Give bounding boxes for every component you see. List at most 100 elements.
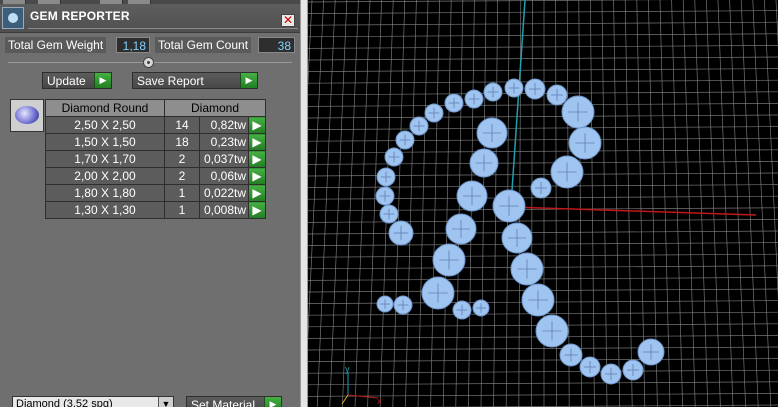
grid-line-vertical: [694, 0, 709, 407]
grid-line-vertical: [308, 0, 324, 342]
grid-line-vertical: [590, 0, 595, 407]
gem-weight: 0,022tw: [199, 184, 249, 202]
gem-count: 1: [164, 184, 200, 202]
row-select-arrow-icon[interactable]: ▶: [248, 133, 266, 151]
gem-size: 1,80 X 1,80: [45, 184, 165, 202]
grid-line-horizontal: [308, 0, 677, 3]
gizmo-y-label: y: [345, 364, 350, 374]
grid-line-horizontal: [308, 114, 778, 119]
gem-count: 2: [164, 150, 200, 168]
gem-size: 1,50 X 1,50: [45, 133, 165, 151]
grid-line-vertical: [613, 0, 620, 407]
grid-line-horizontal: [308, 149, 778, 154]
grid-line-vertical: [682, 0, 696, 407]
table-row[interactable]: 1,30 X 1,30 1 0,008tw ▶: [45, 201, 266, 219]
gem-count: 2: [164, 167, 200, 185]
gem-count: 18: [164, 133, 200, 151]
set-material-button[interactable]: Set Material ▶: [186, 396, 282, 407]
grid-line-vertical: [601, 0, 608, 407]
grid-line-vertical: [430, 0, 440, 407]
material-select[interactable]: Diamond (3,52 spg) ▼: [12, 396, 174, 407]
window-title: GEM REPORTER: [30, 9, 130, 23]
3d-viewport[interactable]: yx: [308, 0, 778, 407]
grid-line-vertical: [717, 0, 734, 407]
panel-divider[interactable]: [300, 0, 308, 407]
gizmo-x-axis: [347, 394, 379, 399]
gem-weight: 0,23tw: [199, 133, 249, 151]
grid-line-horizontal: [308, 68, 778, 72]
gem-weight: 0,06tw: [199, 167, 249, 185]
grid-line-horizontal: [308, 10, 778, 14]
chevron-down-icon: ▼: [158, 397, 173, 407]
update-arrow-icon: ▶: [94, 73, 111, 88]
table-row[interactable]: 1,50 X 1,50 18 0,23tw ▶: [45, 133, 266, 151]
panel-splitter-knob[interactable]: [143, 57, 154, 68]
header-material: Diamond: [164, 99, 266, 117]
save-report-button[interactable]: Save Report ▶: [132, 72, 258, 89]
grid-line-horizontal: [308, 358, 778, 362]
row-select-arrow-icon[interactable]: ▶: [248, 167, 266, 185]
total-count-value: 38: [258, 37, 295, 53]
grid-line-horizontal: [308, 369, 778, 374]
row-select-arrow-icon[interactable]: ▶: [248, 116, 266, 134]
grid-line-horizontal: [308, 381, 778, 386]
update-label: Update: [47, 74, 86, 88]
table-row[interactable]: 1,80 X 1,80 1 0,022tw ▶: [45, 184, 266, 202]
grid-line-vertical: [531, 0, 533, 407]
grid-line-horizontal: [308, 219, 778, 223]
total-weight-label: Total Gem Weight: [5, 37, 107, 53]
close-button[interactable]: ✕: [281, 14, 295, 27]
save-arrow-icon: ▶: [240, 73, 257, 88]
viewport-canvas[interactable]: yx: [308, 0, 778, 407]
grid-line-horizontal: [308, 346, 778, 351]
grid-line-vertical: [405, 0, 417, 407]
grid-line-horizontal: [308, 230, 778, 235]
title-bar: GEM REPORTER ✕: [0, 4, 300, 33]
table-row[interactable]: 2,00 X 2,00 2 0,06tw ▶: [45, 167, 266, 185]
total-count-label: Total Gem Count: [155, 37, 252, 53]
grid-line-horizontal: [308, 103, 778, 107]
vertical-axis-line: [510, 0, 526, 206]
gem-count: 14: [164, 116, 200, 134]
row-select-arrow-icon[interactable]: ▶: [248, 150, 266, 168]
gem-weight: 0,037tw: [199, 150, 249, 168]
grid-line-horizontal: [308, 277, 778, 281]
row-select-arrow-icon[interactable]: ▶: [248, 201, 266, 219]
diamond-thumbnail-icon: [10, 99, 44, 132]
gem-size: 1,70 X 1,70: [45, 150, 165, 168]
grid-line-vertical: [354, 0, 371, 407]
gem-reporter-icon: [2, 7, 24, 29]
grid-line-horizontal: [308, 253, 778, 258]
save-report-label: Save Report: [137, 74, 204, 88]
set-material-label: Set Material: [191, 398, 256, 407]
grid-line-vertical: [764, 0, 778, 299]
row-select-arrow-icon[interactable]: ▶: [248, 184, 266, 202]
grid-line-vertical: [578, 0, 583, 407]
set-material-arrow-icon: ▶: [264, 397, 281, 407]
title-divider: [28, 28, 298, 29]
grid-line-vertical: [624, 0, 633, 407]
grid-line-vertical: [392, 0, 406, 407]
gem-weight: 0,008tw: [199, 201, 249, 219]
gem-size: 2,50 X 2,50: [45, 116, 165, 134]
grid-line-horizontal: [308, 242, 778, 246]
grid-line-horizontal: [308, 45, 778, 49]
grid-line-vertical: [442, 0, 452, 407]
update-button[interactable]: Update ▶: [42, 72, 112, 89]
grid-line-vertical: [308, 0, 313, 89]
grid-line-horizontal: [308, 161, 778, 165]
gem-count: 1: [164, 201, 200, 219]
gizmo-x-label: x: [377, 396, 382, 406]
grid-line-horizontal: [308, 56, 778, 61]
material-select-value: Diamond (3,52 spg): [16, 398, 113, 407]
header-cut: Diamond Round: [45, 99, 165, 117]
gem-reporter-panel: GEM REPORTER ✕ Total Gem Weight 1,18 Tot…: [0, 0, 300, 407]
grid-line-vertical: [706, 0, 721, 407]
grid-line-vertical: [671, 0, 683, 407]
table-row[interactable]: 1,70 X 1,70 2 0,037tw ▶: [45, 150, 266, 168]
table-row[interactable]: 2,50 X 2,50 14 0,82tw ▶: [45, 116, 266, 134]
grid-line-horizontal: [308, 126, 778, 130]
total-weight-value: 1,18: [116, 37, 150, 53]
grid-line-vertical: [729, 0, 746, 407]
grid-line-horizontal: [308, 137, 778, 142]
